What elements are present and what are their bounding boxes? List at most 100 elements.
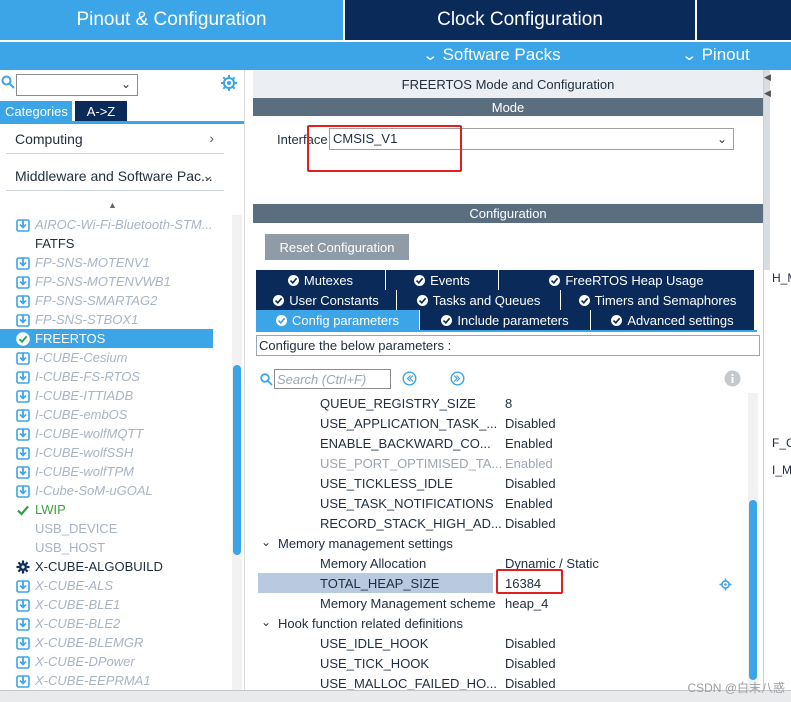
parameter-value[interactable]: Enabled xyxy=(505,436,553,451)
package-item[interactable]: I-CUBE-wolfSSH xyxy=(0,443,244,462)
category-search-combo[interactable]: ⌄ xyxy=(16,74,138,96)
tab-pinout-configuration[interactable]: Pinout & Configuration xyxy=(0,0,343,40)
parameter-row[interactable]: USE_TASK_NOTIFICATIONS Enabled xyxy=(253,493,753,513)
parameter-search-input[interactable]: Search (Ctrl+F) xyxy=(274,369,391,389)
parameter-value[interactable]: Disabled xyxy=(505,636,556,651)
package-label: I-Cube-SoM-uGOAL xyxy=(35,483,153,498)
parameter-row[interactable]: USE_IDLE_HOOK Disabled xyxy=(253,633,753,653)
parameter-row[interactable]: RECORD_STACK_HIGH_AD... Disabled xyxy=(253,513,753,533)
parameter-value[interactable]: Disabled xyxy=(505,656,556,671)
package-item[interactable]: USB_HOST xyxy=(0,538,244,557)
config-tab[interactable]: Mutexes xyxy=(256,270,386,290)
parameter-row[interactable]: USE_TICK_HOOK Disabled xyxy=(253,653,753,673)
previous-result-icon[interactable] xyxy=(402,371,417,386)
package-item[interactable]: USB_DEVICE xyxy=(0,519,244,538)
search-icon[interactable] xyxy=(260,373,273,386)
package-item[interactable]: FP-SNS-MOTENV1 xyxy=(0,253,244,272)
parameter-row[interactable]: USE_TICKLESS_IDLE Disabled xyxy=(253,473,753,493)
config-tab[interactable]: FreeRTOS Heap Usage xyxy=(499,270,755,290)
config-tabs: Mutexes Events FreeRTOS Heap Usage User Co… xyxy=(256,270,757,332)
package-item[interactable]: X-CUBE-ALS xyxy=(0,576,244,595)
package-item[interactable]: FATFS xyxy=(0,234,244,253)
left-scrollbar-thumb[interactable] xyxy=(233,365,241,555)
check-circle-icon xyxy=(414,274,426,286)
collapse-arrow-icon[interactable]: ◀ xyxy=(764,72,771,83)
parameter-value[interactable]: Disabled xyxy=(505,676,556,691)
config-tab[interactable]: Advanced settings xyxy=(591,310,755,330)
tab-clock-configuration[interactable]: Clock Configuration xyxy=(343,0,695,40)
package-item[interactable]: I-CUBE-FS-RTOS xyxy=(0,367,244,386)
parameter-name: USE_TICK_HOOK xyxy=(320,656,430,671)
gear-icon[interactable] xyxy=(719,578,732,591)
blank-icon-slot xyxy=(16,522,30,536)
parameter-name: USE_PORT_OPTIMISED_TA... xyxy=(320,456,503,471)
parameter-row[interactable]: QUEUE_REGISTRY_SIZE 8 xyxy=(253,393,753,413)
package-item[interactable]: AIROC-Wi-Fi-Bluetooth-STM... xyxy=(0,215,244,234)
config-tab[interactable]: Tasks and Queues xyxy=(397,290,561,310)
reset-configuration-button[interactable]: Reset Configuration xyxy=(265,234,409,260)
parameter-group[interactable]: ⌄ Hook function related definitions xyxy=(253,613,753,633)
group-middleware[interactable]: Middleware and Software Pac... ⌄ xyxy=(6,161,224,191)
package-item[interactable]: I-CUBE-ITTIADB xyxy=(0,386,244,405)
package-item[interactable]: X-CUBE-BLEMGR xyxy=(0,633,244,652)
package-item[interactable]: I-Cube-SoM-uGOAL xyxy=(0,481,244,500)
scroll-up-arrow[interactable]: ▲ xyxy=(108,200,117,210)
package-item[interactable]: FP-SNS-SMARTAG2 xyxy=(0,291,244,310)
package-item[interactable]: X-CUBE-BLE1 xyxy=(0,595,244,614)
package-item[interactable]: FP-SNS-STBOX1 xyxy=(0,310,244,329)
config-tab[interactable]: Timers and Semaphores xyxy=(561,290,755,310)
pin-label: F_C xyxy=(772,436,791,450)
package-label: X-CUBE-EEPRMA1 xyxy=(35,673,151,688)
package-item[interactable]: X-CUBE-EEPRMA1 xyxy=(0,671,244,690)
parameter-value[interactable]: Disabled xyxy=(505,476,556,491)
parameter-row[interactable]: USE_APPLICATION_TASK_... Disabled xyxy=(253,413,753,433)
search-icon[interactable] xyxy=(1,75,15,89)
package-item[interactable]: I-CUBE-wolfMQTT xyxy=(0,424,244,443)
parameter-name: USE_TASK_NOTIFICATIONS xyxy=(320,496,494,511)
package-item[interactable]: LWIP xyxy=(0,500,244,519)
package-item[interactable]: FREERTOS xyxy=(0,329,213,348)
tab-a-to-z[interactable]: A->Z xyxy=(75,101,127,121)
parameter-value[interactable]: Enabled xyxy=(505,456,553,471)
parameter-group[interactable]: ⌄ Memory management settings xyxy=(253,533,753,553)
parameter-row[interactable]: USE_PORT_OPTIMISED_TA... Enabled xyxy=(253,453,753,473)
package-label: AIROC-Wi-Fi-Bluetooth-STM... xyxy=(35,217,213,232)
right-scrollbar-thumb[interactable] xyxy=(749,500,757,680)
group-computing[interactable]: Computing › xyxy=(6,124,224,154)
bottom-scrollbar[interactable] xyxy=(0,690,791,702)
parameter-name: ENABLE_BACKWARD_CO... xyxy=(320,436,491,451)
parameter-value[interactable]: Disabled xyxy=(505,416,556,431)
tab-categories[interactable]: Categories xyxy=(0,101,72,121)
parameter-value[interactable]: Enabled xyxy=(505,496,553,511)
gear-icon[interactable] xyxy=(220,74,238,92)
config-tab-label: Tasks and Queues xyxy=(432,292,541,308)
config-tabs-row: User Constants Tasks and Queues Timers and… xyxy=(256,290,757,310)
collapse-arrow-icon[interactable]: ◀ xyxy=(764,88,771,99)
package-item[interactable]: I-CUBE-embOS xyxy=(0,405,244,424)
parameter-row[interactable]: Memory Management scheme heap_4 xyxy=(253,593,753,613)
chevron-down-icon: ⌄ xyxy=(202,167,214,183)
parameter-value[interactable]: 8 xyxy=(505,396,512,411)
parameter-value[interactable]: Disabled xyxy=(505,516,556,531)
chevron-down-icon: ⌄ xyxy=(120,77,131,91)
info-icon[interactable] xyxy=(724,370,741,387)
next-result-icon[interactable] xyxy=(450,371,465,386)
pinout-menu[interactable]: ⌄ Pinout xyxy=(681,45,750,65)
parameter-value[interactable]: heap_4 xyxy=(505,596,548,611)
config-tab[interactable]: Events xyxy=(386,270,499,290)
download-icon xyxy=(16,674,30,688)
tab-project-manager[interactable] xyxy=(695,0,791,40)
config-tab[interactable]: Include parameters xyxy=(420,310,591,330)
config-tab[interactable]: Config parameters xyxy=(256,310,420,330)
package-item[interactable]: X-CUBE-DPower xyxy=(0,652,244,671)
config-tab[interactable]: User Constants xyxy=(256,290,397,310)
package-item[interactable]: FP-SNS-MOTENVWB1 xyxy=(0,272,244,291)
package-item[interactable]: I-CUBE-Cesium xyxy=(0,348,244,367)
package-item[interactable]: I-CUBE-wolfTPM xyxy=(0,462,244,481)
software-packs-menu[interactable]: ⌄ Software Packs xyxy=(422,45,561,65)
splitter-handle[interactable] xyxy=(764,70,770,270)
package-item[interactable]: X-CUBE-BLE2 xyxy=(0,614,244,633)
package-item[interactable]: X-CUBE-ALGOBUILD xyxy=(0,557,244,576)
parameter-name: USE_IDLE_HOOK xyxy=(320,636,429,651)
parameter-row[interactable]: ENABLE_BACKWARD_CO... Enabled xyxy=(253,433,753,453)
